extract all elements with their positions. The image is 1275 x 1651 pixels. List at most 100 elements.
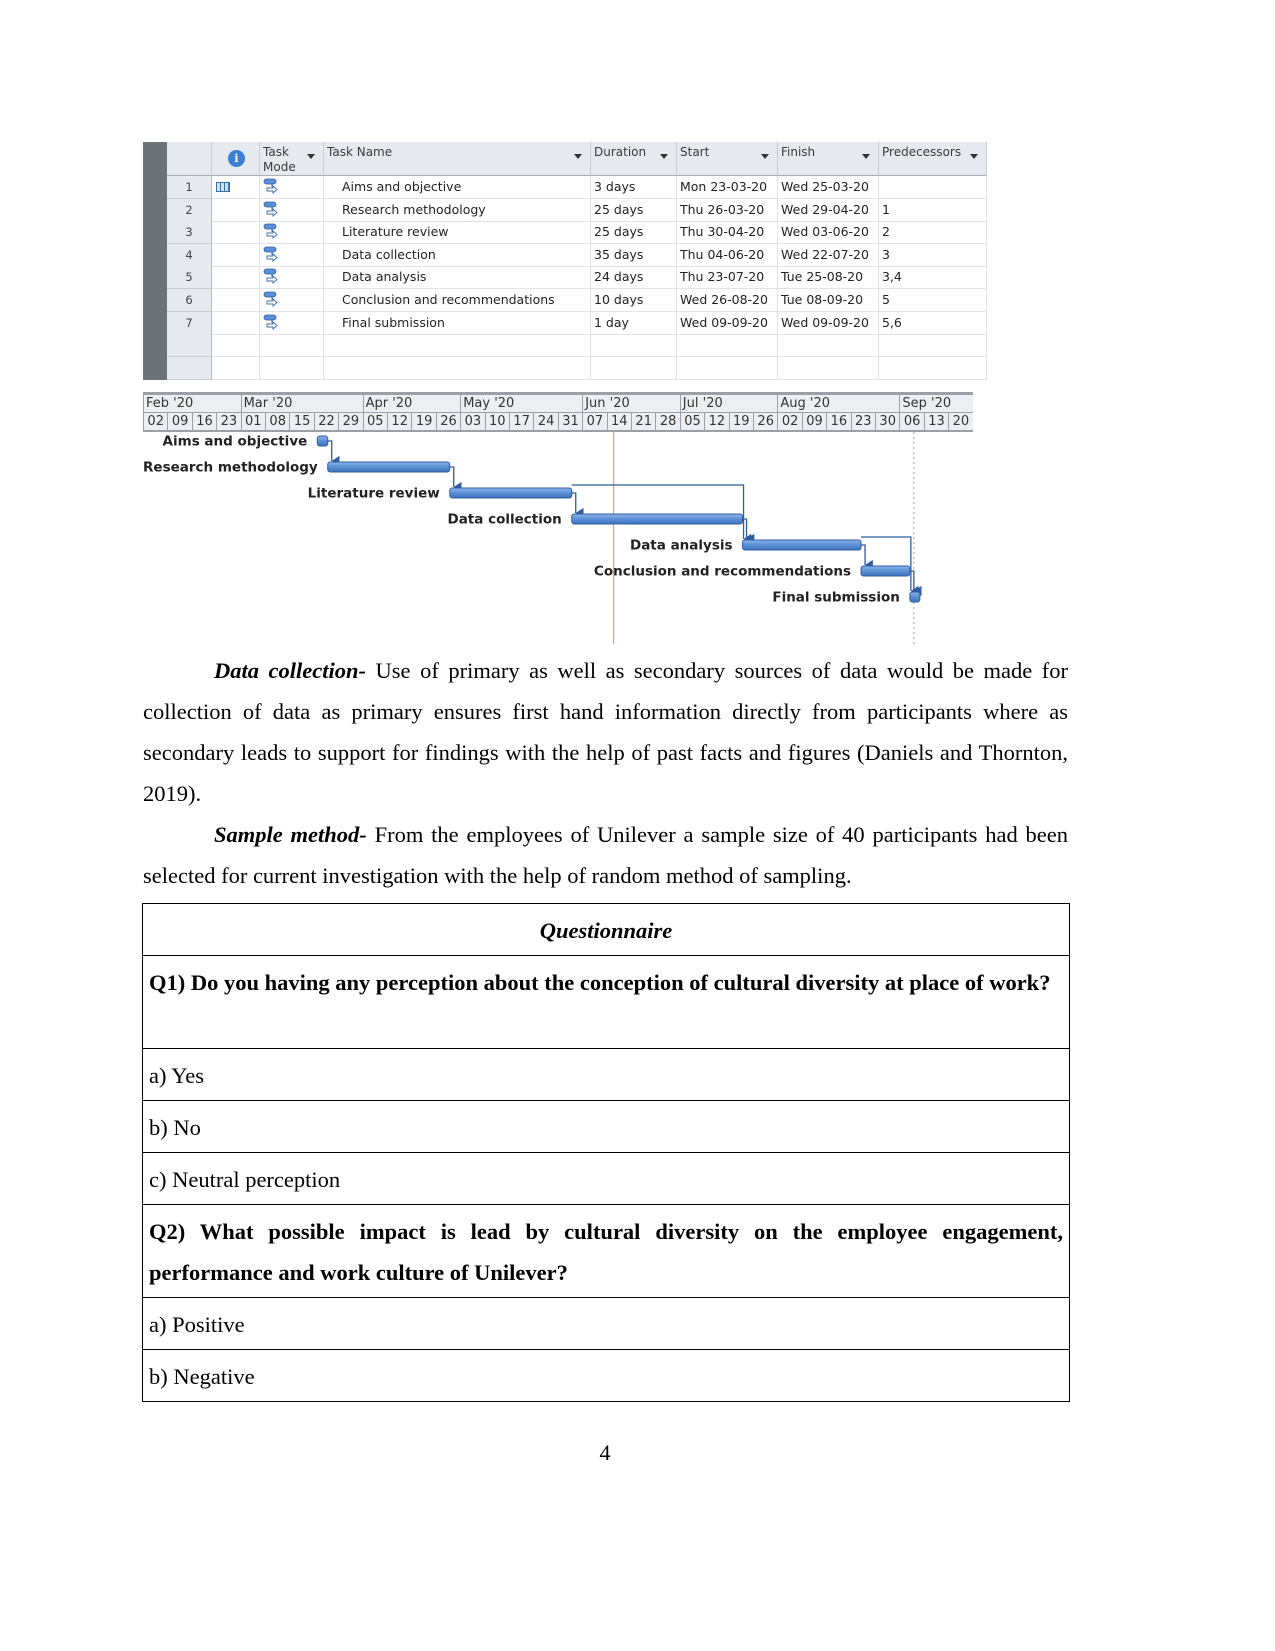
cell-name[interactable]: Data collection — [324, 243, 591, 267]
cell-task-mode[interactable] — [260, 356, 324, 380]
dropdown-arrow-icon[interactable] — [660, 154, 668, 159]
gantt-bar[interactable] — [571, 513, 744, 525]
header-finish[interactable]: Finish — [778, 142, 879, 176]
cell-task-mode[interactable] — [260, 266, 324, 290]
cell-task-mode[interactable] — [260, 311, 324, 335]
timescale-month: Feb '20 — [143, 395, 241, 412]
cell-name[interactable] — [324, 356, 591, 380]
cell-indicators[interactable] — [212, 221, 260, 245]
cell-predecessors[interactable]: 1 — [879, 198, 987, 222]
cell-predecessors[interactable] — [879, 334, 987, 358]
cell-duration[interactable]: 10 days — [591, 289, 677, 312]
cell-predecessors[interactable]: 3 — [879, 243, 987, 267]
row-number[interactable]: 2 — [167, 198, 212, 222]
row-number[interactable]: 5 — [167, 266, 212, 290]
cell-finish[interactable]: Wed 25-03-20 — [778, 176, 879, 199]
timescale-week: 05 — [362, 413, 387, 430]
cell-start[interactable] — [677, 334, 778, 358]
gantt-bar-label: Aims and objective — [163, 434, 308, 450]
header-corner[interactable] — [167, 142, 212, 176]
header-start[interactable]: Start — [677, 142, 778, 176]
cell-indicators[interactable] — [212, 356, 260, 380]
cell-predecessors[interactable] — [879, 176, 987, 199]
cell-task-mode[interactable] — [260, 198, 324, 222]
cell-duration[interactable]: 25 days — [591, 198, 677, 222]
header-label: Task Name — [327, 145, 393, 159]
cell-duration[interactable] — [591, 356, 677, 380]
header-duration[interactable]: Duration — [591, 142, 677, 176]
header-predecessors[interactable]: Predecessors — [879, 142, 987, 176]
cell-start[interactable] — [677, 356, 778, 380]
cell-start[interactable]: Mon 23-03-20 — [677, 176, 778, 199]
header-task-mode[interactable]: Task Mode — [260, 142, 324, 176]
cell-name[interactable]: Conclusion and recommendations — [324, 289, 591, 312]
row-number[interactable]: 6 — [167, 289, 212, 312]
cell-predecessors[interactable]: 2 — [879, 221, 987, 245]
cell-name[interactable]: Aims and objective — [324, 176, 591, 199]
dropdown-arrow-icon[interactable] — [970, 154, 978, 159]
row-number[interactable]: 1 — [167, 176, 212, 199]
cell-duration[interactable]: 35 days — [591, 243, 677, 267]
cell-finish[interactable]: Wed 03-06-20 — [778, 221, 879, 245]
dropdown-arrow-icon[interactable] — [574, 154, 582, 159]
row-number[interactable] — [167, 356, 212, 380]
gantt-bar[interactable] — [742, 539, 862, 551]
cell-task-mode[interactable] — [260, 334, 324, 358]
row-number[interactable]: 3 — [167, 221, 212, 245]
row-number[interactable] — [167, 334, 212, 358]
cell-duration[interactable]: 3 days — [591, 176, 677, 199]
cell-predecessors[interactable]: 5 — [879, 289, 987, 312]
cell-predecessors[interactable]: 3,4 — [879, 266, 987, 290]
gantt-bar[interactable] — [909, 591, 921, 603]
row-number[interactable]: 4 — [167, 243, 212, 267]
cell-finish[interactable] — [778, 356, 879, 380]
gantt-bar[interactable] — [860, 565, 911, 577]
cell-start[interactable]: Thu 04-06-20 — [677, 243, 778, 267]
cell-finish[interactable]: Wed 29-04-20 — [778, 198, 879, 222]
dropdown-arrow-icon[interactable] — [862, 154, 870, 159]
cell-name[interactable]: Final submission — [324, 311, 591, 335]
cell-finish[interactable]: Tue 08-09-20 — [778, 289, 879, 312]
dropdown-arrow-icon[interactable] — [761, 154, 769, 159]
cell-start[interactable]: Wed 09-09-20 — [677, 311, 778, 335]
view-sidebar[interactable] — [143, 142, 167, 380]
cell-start[interactable]: Thu 23-07-20 — [677, 266, 778, 290]
cell-task-mode[interactable] — [260, 289, 324, 312]
cell-finish[interactable]: Tue 25-08-20 — [778, 266, 879, 290]
gantt-bar[interactable] — [449, 487, 573, 499]
cell-start[interactable]: Thu 26-03-20 — [677, 198, 778, 222]
cell-name[interactable]: Research methodology — [324, 198, 591, 222]
cell-duration[interactable]: 1 day — [591, 311, 677, 335]
cell-indicators[interactable] — [212, 266, 260, 290]
cell-name[interactable]: Data analysis — [324, 266, 591, 290]
cell-task-mode[interactable] — [260, 221, 324, 245]
timescale-month: Aug '20 — [777, 395, 899, 412]
cell-indicators[interactable] — [212, 243, 260, 267]
cell-start[interactable]: Thu 30-04-20 — [677, 221, 778, 245]
cell-duration[interactable] — [591, 334, 677, 358]
row-number[interactable]: 7 — [167, 311, 212, 335]
gantt-bar[interactable] — [327, 461, 451, 473]
cell-finish[interactable]: Wed 22-07-20 — [778, 243, 879, 267]
header-indicators[interactable]: i — [212, 142, 260, 176]
gantt-bar[interactable] — [316, 435, 329, 447]
cell-indicators[interactable] — [212, 198, 260, 222]
cell-task-mode[interactable] — [260, 243, 324, 267]
cell-task-mode[interactable] — [260, 176, 324, 199]
cell-finish[interactable] — [778, 334, 879, 358]
cell-name[interactable]: Literature review — [324, 221, 591, 245]
cell-indicators[interactable] — [212, 311, 260, 335]
cell-predecessors[interactable]: 5,6 — [879, 311, 987, 335]
header-task-name[interactable]: Task Name — [324, 142, 591, 176]
cell-indicators[interactable] — [212, 289, 260, 312]
cell-indicators[interactable] — [212, 176, 260, 199]
cell-name[interactable] — [324, 334, 591, 358]
cell-predecessors[interactable] — [879, 356, 987, 380]
dropdown-arrow-icon[interactable] — [307, 154, 315, 159]
cell-duration[interactable]: 25 days — [591, 221, 677, 245]
header-label: Predecessors — [882, 145, 962, 159]
cell-indicators[interactable] — [212, 334, 260, 358]
cell-finish[interactable]: Wed 09-09-20 — [778, 311, 879, 335]
cell-start[interactable]: Wed 26-08-20 — [677, 289, 778, 312]
cell-duration[interactable]: 24 days — [591, 266, 677, 290]
